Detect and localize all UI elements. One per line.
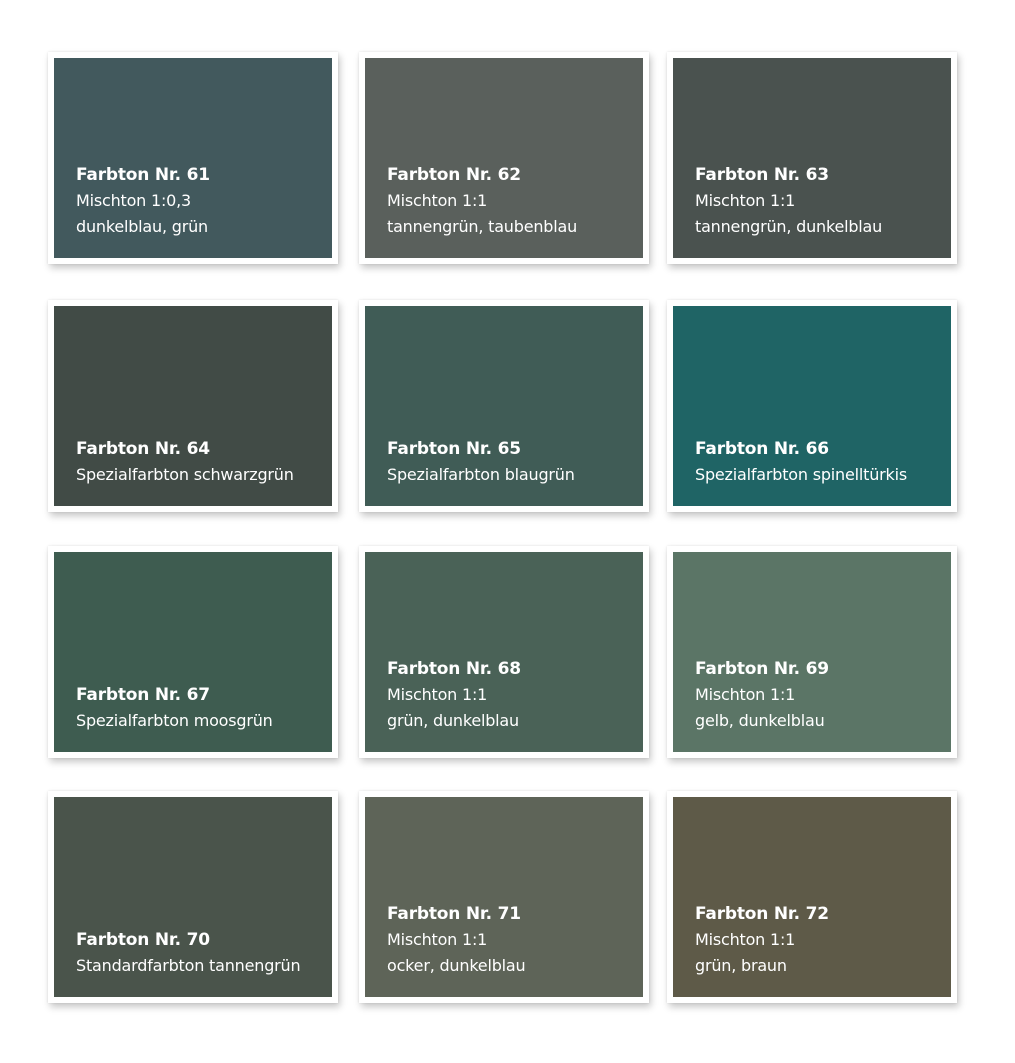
swatch-color: Farbton Nr. 70 Standardfarbton tannengrü… (54, 797, 332, 997)
swatch-color: Farbton Nr. 66 Spezialfarbton spinelltür… (673, 306, 951, 506)
swatch-color: Farbton Nr. 71 Mischton 1:1 ocker, dunke… (365, 797, 643, 997)
swatch-description: Spezialfarbton schwarzgrün (76, 465, 294, 484)
swatch-title: Farbton Nr. 61 (76, 165, 210, 185)
swatch-label: Farbton Nr. 70 Standardfarbton tannengrü… (76, 927, 324, 979)
swatch-label: Farbton Nr. 65 Spezialfarbton blaugrün (387, 436, 635, 488)
swatch-color: Farbton Nr. 61 Mischton 1:0,3 dunkelblau… (54, 58, 332, 258)
swatch-title: Farbton Nr. 62 (387, 165, 521, 185)
swatch-title: Farbton Nr. 64 (76, 439, 210, 459)
swatch-card-69[interactable]: Farbton Nr. 69 Mischton 1:1 gelb, dunkel… (667, 546, 957, 758)
swatch-card-61[interactable]: Farbton Nr. 61 Mischton 1:0,3 dunkelblau… (48, 52, 338, 264)
swatch-label: Farbton Nr. 72 Mischton 1:1 grün, braun (695, 901, 943, 979)
swatch-card-67[interactable]: Farbton Nr. 67 Spezialfarbton moosgrün (48, 546, 338, 758)
swatch-label: Farbton Nr. 61 Mischton 1:0,3 dunkelblau… (76, 162, 324, 240)
swatch-card-70[interactable]: Farbton Nr. 70 Standardfarbton tannengrü… (48, 791, 338, 1003)
swatch-title: Farbton Nr. 70 (76, 930, 210, 950)
swatch-title: Farbton Nr. 72 (695, 904, 829, 924)
swatch-color: Farbton Nr. 68 Mischton 1:1 grün, dunkel… (365, 552, 643, 752)
swatch-description: Mischton 1:0,3 (76, 191, 192, 210)
swatch-description: Mischton 1:1 (695, 685, 796, 704)
swatch-description: ocker, dunkelblau (387, 956, 526, 975)
swatch-label: Farbton Nr. 71 Mischton 1:1 ocker, dunke… (387, 901, 635, 979)
swatch-label: Farbton Nr. 67 Spezialfarbton moosgrün (76, 682, 324, 734)
swatch-description: Spezialfarbton spinelltürkis (695, 465, 907, 484)
swatch-title: Farbton Nr. 71 (387, 904, 521, 924)
swatch-description: Mischton 1:1 (387, 685, 488, 704)
swatch-description: Standardfarbton tannengrün (76, 956, 301, 975)
swatch-title: Farbton Nr. 68 (387, 659, 521, 679)
swatch-label: Farbton Nr. 68 Mischton 1:1 grün, dunkel… (387, 656, 635, 734)
swatch-description: grün, dunkelblau (387, 711, 519, 730)
swatch-description: Mischton 1:1 (387, 930, 488, 949)
swatch-color: Farbton Nr. 63 Mischton 1:1 tannengrün, … (673, 58, 951, 258)
swatch-description: Mischton 1:1 (695, 930, 796, 949)
swatch-card-65[interactable]: Farbton Nr. 65 Spezialfarbton blaugrün (359, 300, 649, 512)
swatch-label: Farbton Nr. 63 Mischton 1:1 tannengrün, … (695, 162, 943, 240)
swatch-description: Mischton 1:1 (387, 191, 488, 210)
swatch-description: Spezialfarbton moosgrün (76, 711, 273, 730)
swatch-color: Farbton Nr. 72 Mischton 1:1 grün, braun (673, 797, 951, 997)
swatch-color: Farbton Nr. 64 Spezialfarbton schwarzgrü… (54, 306, 332, 506)
swatch-description: grün, braun (695, 956, 787, 975)
swatch-title: Farbton Nr. 63 (695, 165, 829, 185)
swatch-description: dunkelblau, grün (76, 217, 208, 236)
swatch-label: Farbton Nr. 62 Mischton 1:1 tannengrün, … (387, 162, 635, 240)
swatch-label: Farbton Nr. 66 Spezialfarbton spinelltür… (695, 436, 943, 488)
swatch-title: Farbton Nr. 69 (695, 659, 829, 679)
swatch-title: Farbton Nr. 66 (695, 439, 829, 459)
swatch-description: gelb, dunkelblau (695, 711, 825, 730)
swatch-card-72[interactable]: Farbton Nr. 72 Mischton 1:1 grün, braun (667, 791, 957, 1003)
swatch-description: tannengrün, taubenblau (387, 217, 578, 236)
swatch-label: Farbton Nr. 64 Spezialfarbton schwarzgrü… (76, 436, 324, 488)
swatch-color: Farbton Nr. 65 Spezialfarbton blaugrün (365, 306, 643, 506)
swatch-color: Farbton Nr. 69 Mischton 1:1 gelb, dunkel… (673, 552, 951, 752)
swatch-description: tannengrün, dunkelblau (695, 217, 883, 236)
swatch-title: Farbton Nr. 67 (76, 685, 210, 705)
swatch-card-63[interactable]: Farbton Nr. 63 Mischton 1:1 tannengrün, … (667, 52, 957, 264)
swatch-color: Farbton Nr. 67 Spezialfarbton moosgrün (54, 552, 332, 752)
swatch-card-71[interactable]: Farbton Nr. 71 Mischton 1:1 ocker, dunke… (359, 791, 649, 1003)
color-swatch-grid: Farbton Nr. 61 Mischton 1:0,3 dunkelblau… (0, 0, 1015, 1063)
swatch-card-64[interactable]: Farbton Nr. 64 Spezialfarbton schwarzgrü… (48, 300, 338, 512)
swatch-color: Farbton Nr. 62 Mischton 1:1 tannengrün, … (365, 58, 643, 258)
swatch-title: Farbton Nr. 65 (387, 439, 521, 459)
swatch-label: Farbton Nr. 69 Mischton 1:1 gelb, dunkel… (695, 656, 943, 734)
swatch-card-66[interactable]: Farbton Nr. 66 Spezialfarbton spinelltür… (667, 300, 957, 512)
swatch-description: Mischton 1:1 (695, 191, 796, 210)
swatch-card-62[interactable]: Farbton Nr. 62 Mischton 1:1 tannengrün, … (359, 52, 649, 264)
swatch-card-68[interactable]: Farbton Nr. 68 Mischton 1:1 grün, dunkel… (359, 546, 649, 758)
swatch-description: Spezialfarbton blaugrün (387, 465, 575, 484)
